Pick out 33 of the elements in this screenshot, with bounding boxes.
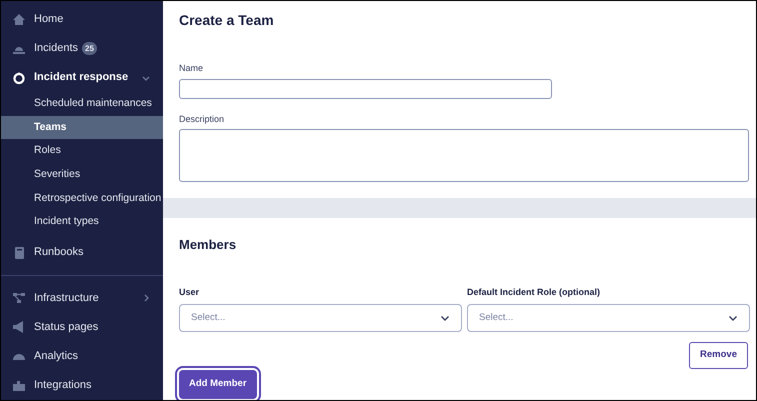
book-icon [12, 246, 26, 260]
network-icon [12, 291, 26, 306]
field-label: User [179, 286, 200, 298]
nav-item[interactable]: Incident response [1, 63, 163, 92]
nav-item[interactable]: Runbooks [1, 238, 163, 267]
text-area[interactable] [179, 129, 749, 182]
select-field[interactable]: Select... [467, 304, 750, 332]
nav-subitem[interactable]: Severities [1, 163, 163, 187]
nav-subitem[interactable]: Teams [1, 116, 163, 140]
nav-item[interactable]: Incidents 25 [1, 34, 163, 63]
select-field[interactable]: Select... [179, 304, 462, 332]
nav-item[interactable]: Infrastructure [1, 284, 163, 313]
field-label: Description [179, 112, 226, 126]
nav-item[interactable]: Analytics [1, 342, 163, 371]
field-label: Default Incident Role (optional) [467, 286, 601, 299]
nav-item[interactable]: Home [1, 5, 163, 34]
add-member-button[interactable]: Add Member [179, 370, 257, 399]
chevron-icon [440, 313, 450, 323]
megaphone-icon [12, 320, 26, 334]
section-title: Members [179, 236, 238, 254]
home-icon [12, 12, 26, 26]
nav-subitem[interactable]: Incident types [1, 210, 163, 234]
nav-subitem[interactable]: Scheduled maintenances [1, 92, 163, 116]
chevron-icon [728, 313, 738, 323]
count-badge: 25 [82, 42, 97, 55]
nav-item[interactable]: Integrations [1, 370, 163, 400]
page-title: Create a Team [179, 11, 275, 30]
remove-button[interactable]: Remove [689, 342, 748, 369]
input-field[interactable] [179, 78, 552, 98]
nav-subitem[interactable]: Roles [1, 139, 163, 164]
nav-item[interactable]: Status pages [1, 312, 163, 342]
field-label: Name [179, 62, 204, 75]
nav-subitem[interactable]: Retrospective configuration [1, 186, 163, 210]
